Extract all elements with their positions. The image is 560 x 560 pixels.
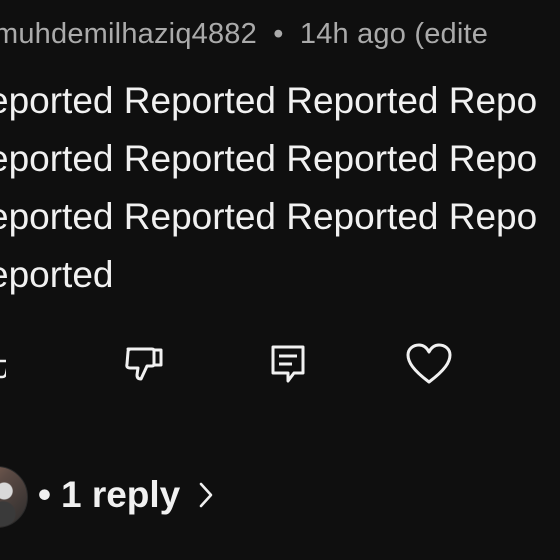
meta-separator: • [273,18,284,50]
comment-action-bar [0,336,560,392]
view-replies-button[interactable]: • 1 reply [38,474,214,516]
thumbs-down-icon [122,344,166,384]
replies-row: • 1 reply [0,462,560,538]
comment-author[interactable]: muhdemilhaziq4882 [0,18,257,50]
comment-thread: muhdemilhaziq4882 • 14h ago (edite eport… [0,0,560,560]
heart-button[interactable] [404,336,454,392]
chevron-right-icon [198,481,214,509]
comment-meta: muhdemilhaziq4882 • 14h ago (edite [0,18,488,51]
dislike-button[interactable] [120,336,168,392]
reply-button[interactable] [264,336,312,392]
reply-comment-icon [268,343,308,385]
comment-timestamp: 14h ago (edite [299,18,489,50]
thumbs-up-icon [0,347,6,381]
replies-separator: • [38,474,51,515]
reply-avatar [0,466,28,528]
replies-count-label: 1 reply [60,474,181,515]
heart-icon [405,342,453,386]
comment-text: eported Reported Reported Repo eported R… [0,80,538,295]
like-button[interactable] [0,336,6,392]
